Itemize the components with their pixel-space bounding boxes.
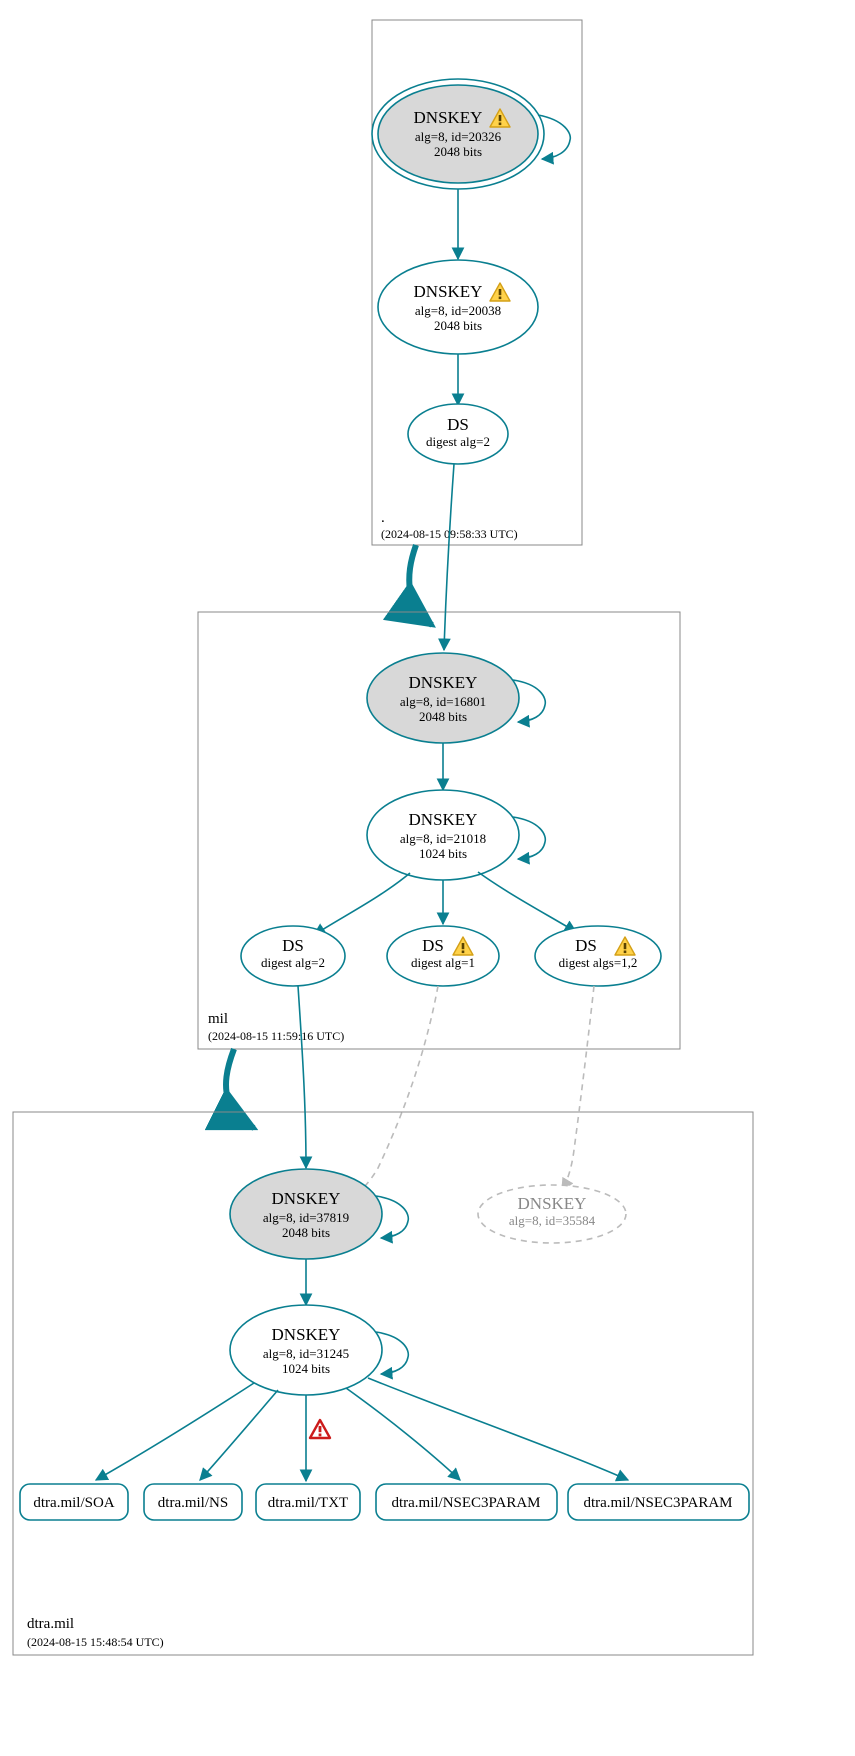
node-mil-ds3: DS digest algs=1,2 <box>535 926 661 986</box>
leaf-nsec3param-1: dtra.mil/NSEC3PARAM <box>376 1484 557 1520</box>
svg-text:DS: DS <box>575 936 597 955</box>
leaf-ns: dtra.mil/NS <box>144 1484 242 1520</box>
error-icon <box>310 1420 330 1438</box>
svg-text:alg=8, id=37819: alg=8, id=37819 <box>263 1210 349 1225</box>
node-dtra-zsk: DNSKEY alg=8, id=31245 1024 bits <box>230 1305 382 1395</box>
edge <box>444 464 454 650</box>
svg-text:dtra.mil/NS: dtra.mil/NS <box>158 1495 228 1511</box>
leaf-soa: dtra.mil/SOA <box>20 1484 128 1520</box>
svg-text:DNSKEY: DNSKEY <box>272 1325 341 1344</box>
node-root-ksk: DNSKEY alg=8, id=20326 2048 bits <box>372 79 544 189</box>
svg-text:DNSKEY: DNSKEY <box>414 108 483 127</box>
svg-text:alg=8, id=20326: alg=8, id=20326 <box>415 129 502 144</box>
node-mil-ksk: DNSKEY alg=8, id=16801 2048 bits <box>367 653 519 743</box>
svg-text:1024 bits: 1024 bits <box>282 1361 330 1376</box>
svg-text:digest alg=2: digest alg=2 <box>426 434 490 449</box>
edge <box>96 1383 254 1480</box>
zone-connector <box>226 1049 254 1128</box>
leaf-nsec3param-2: dtra.mil/NSEC3PARAM <box>568 1484 749 1520</box>
svg-text:digest algs=1,2: digest algs=1,2 <box>559 955 638 970</box>
node-root-zsk: DNSKEY alg=8, id=20038 2048 bits <box>378 260 538 354</box>
zone-connector <box>409 545 432 625</box>
svg-text:alg=8, id=21018: alg=8, id=21018 <box>400 831 486 846</box>
zone-root-label: . <box>381 510 385 526</box>
edge <box>478 872 576 932</box>
edge <box>368 1378 628 1480</box>
svg-text:DS: DS <box>282 936 304 955</box>
leaf-txt: dtra.mil/TXT <box>256 1484 360 1520</box>
svg-text:DNSKEY: DNSKEY <box>414 282 483 301</box>
svg-text:alg=8, id=20038: alg=8, id=20038 <box>415 303 501 318</box>
svg-text:DNSKEY: DNSKEY <box>518 1194 587 1213</box>
svg-text:digest alg=2: digest alg=2 <box>261 955 325 970</box>
edge <box>346 1388 460 1480</box>
node-dtra-ksk: DNSKEY alg=8, id=37819 2048 bits <box>230 1169 382 1259</box>
svg-text:1024 bits: 1024 bits <box>419 846 467 861</box>
self-loop <box>538 115 570 159</box>
edge <box>200 1390 278 1480</box>
svg-text:alg=8, id=31245: alg=8, id=31245 <box>263 1346 349 1361</box>
svg-text:dtra.mil/NSEC3PARAM: dtra.mil/NSEC3PARAM <box>391 1495 540 1511</box>
zone-dtra-timestamp: (2024-08-15 15:48:54 UTC) <box>27 1635 164 1649</box>
edge <box>314 873 410 935</box>
svg-text:DS: DS <box>447 415 469 434</box>
svg-text:2048 bits: 2048 bits <box>434 318 482 333</box>
svg-text:2048 bits: 2048 bits <box>282 1225 330 1240</box>
svg-text:DS: DS <box>422 936 444 955</box>
edge-ghost <box>562 986 594 1190</box>
node-mil-ds2: DS digest alg=1 <box>387 926 499 986</box>
svg-text:alg=8, id=35584: alg=8, id=35584 <box>509 1213 596 1228</box>
node-dtra-ghost: DNSKEY alg=8, id=35584 <box>478 1185 626 1243</box>
svg-text:dtra.mil/TXT: dtra.mil/TXT <box>268 1495 348 1511</box>
svg-text:DNSKEY: DNSKEY <box>409 673 478 692</box>
dnssec-diagram: . (2024-08-15 09:58:33 UTC) DNSKEY alg=8… <box>0 0 855 1756</box>
zone-dtra-label: dtra.mil <box>27 1616 74 1632</box>
node-root-ds: DS digest alg=2 <box>408 404 508 464</box>
node-mil-ds1: DS digest alg=2 <box>241 926 345 986</box>
edge-ghost <box>352 986 438 1198</box>
svg-text:alg=8, id=16801: alg=8, id=16801 <box>400 694 486 709</box>
node-mil-zsk: DNSKEY alg=8, id=21018 1024 bits <box>367 790 519 880</box>
zone-mil-timestamp: (2024-08-15 11:59:16 UTC) <box>208 1029 344 1043</box>
svg-text:dtra.mil/NSEC3PARAM: dtra.mil/NSEC3PARAM <box>583 1495 732 1511</box>
zone-mil-label: mil <box>208 1011 228 1027</box>
svg-text:DNSKEY: DNSKEY <box>272 1189 341 1208</box>
svg-text:dtra.mil/SOA: dtra.mil/SOA <box>33 1495 114 1511</box>
svg-text:DNSKEY: DNSKEY <box>409 810 478 829</box>
svg-text:digest alg=1: digest alg=1 <box>411 955 475 970</box>
edge <box>298 986 306 1168</box>
svg-text:2048 bits: 2048 bits <box>434 144 482 159</box>
svg-text:2048 bits: 2048 bits <box>419 709 467 724</box>
